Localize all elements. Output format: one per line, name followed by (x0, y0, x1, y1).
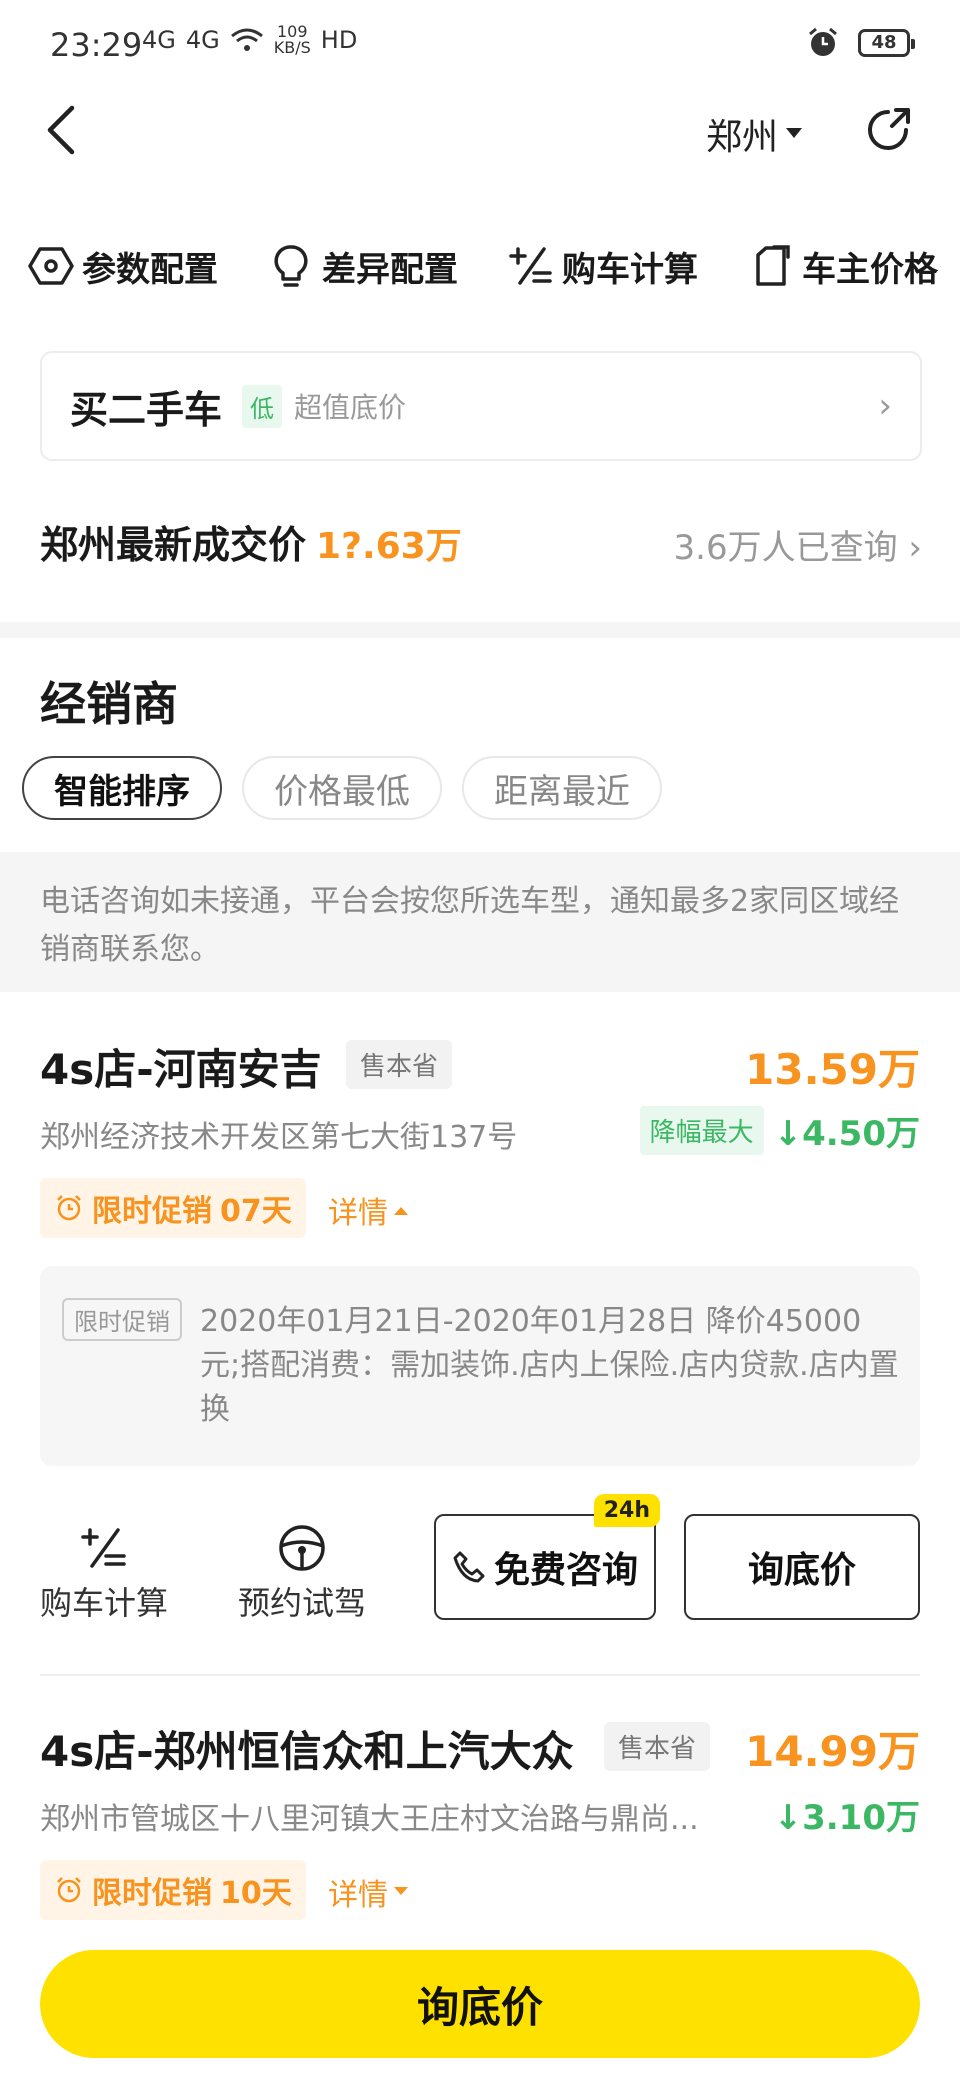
promo-label: 限时促销 (92, 1194, 212, 1229)
low-badge: 低 (242, 384, 283, 428)
battery-indicator: 48 (858, 29, 915, 57)
alarm-icon (809, 27, 837, 56)
query-count: 3.6万人已查询 (673, 528, 898, 568)
promo-badge: 限时促销 07天 (40, 1178, 306, 1238)
hd-indicator: HD (320, 26, 358, 54)
price-drop: ↓3.10万 (773, 1798, 920, 1838)
latest-price-value: 1?.63万 (316, 526, 462, 567)
test-drive-action[interactable]: 预约试驾 (238, 1522, 366, 1624)
tab-calc[interactable]: 购车计算 (508, 242, 698, 291)
wifi-icon (230, 28, 263, 51)
quick-tabs: 参数配置 差异配置 购车计算 车主价格 (28, 236, 938, 296)
steering-wheel-icon (279, 1525, 325, 1571)
back-arrow-icon[interactable] (34, 100, 94, 160)
chevron-right-icon: › (878, 386, 892, 426)
buy-calc-action[interactable]: 购车计算 (40, 1522, 168, 1624)
promo-tag: 限时促销 (62, 1298, 182, 1341)
alarm-clock-icon (57, 1195, 81, 1221)
promo-details-box: 限时促销 2020年01月21日-2020年01月28日 降价45000元;搭配… (40, 1266, 920, 1466)
price-drop-row: 降幅最大 ↓4.50万 (639, 1106, 920, 1155)
network-speed: 109 KB/S (273, 22, 311, 57)
used-car-title: 买二手车 (70, 387, 223, 432)
section-divider (0, 622, 960, 638)
latest-price-row: 郑州最新成交价 1?.63万 (40, 514, 462, 569)
tab-calc-label: 购车计算 (562, 249, 698, 290)
lightbulb-icon (274, 245, 308, 287)
query-count-link[interactable]: 3.6万人已查询 › (674, 520, 922, 569)
tab-diff-label: 差异配置 (322, 249, 458, 290)
tab-owner-price[interactable]: 车主价格 (748, 242, 938, 291)
detail-label: 详情 (328, 1196, 388, 1231)
promo-label: 限时促销 (92, 1876, 212, 1911)
dealer-price: 13.59万 (745, 1045, 920, 1094)
caret-down-icon (786, 128, 803, 138)
arrow-down-icon: ↓ (773, 1798, 803, 1838)
promo-days: 10天 (220, 1876, 292, 1911)
used-car-subtitle: 超值底价 (294, 391, 407, 424)
calculator-icon (81, 1528, 126, 1568)
promo-days: 07天 (220, 1194, 292, 1229)
status-right: 48 (806, 26, 915, 60)
caret-up-icon (394, 1207, 408, 1215)
alarm-clock-icon (57, 1877, 81, 1903)
province-badge: 售本省 (604, 1722, 711, 1771)
dealers-section-title: 经销商 (40, 677, 178, 731)
signal-4g-2: 4G (185, 26, 220, 54)
consult-notice: 电话咨询如未接通，平台会按您所选车型，通知最多2家同区域经销商联系您。 (0, 852, 960, 992)
dealer-divider (40, 1674, 920, 1676)
promo-text: 2020年01月21日-2020年01月28日 降价45000元;搭配消费：需加… (200, 1304, 899, 1427)
status-time: 23:29 (50, 26, 143, 64)
free-consult-label: 免费咨询 (493, 1550, 638, 1591)
city-label: 郑州 (706, 117, 779, 158)
dealer-name[interactable]: 4s店-河南安吉 (40, 1036, 322, 1097)
tab-owner-price-label: 车主价格 (802, 249, 938, 290)
hexagon-gear-icon (28, 247, 74, 285)
detail-toggle[interactable]: 详情 (328, 1870, 408, 1914)
sort-options: 智能排序 价格最低 距离最近 (22, 756, 662, 820)
buy-calc-label: 购车计算 (40, 1584, 169, 1622)
price-tag-icon (756, 245, 790, 286)
phone-icon (453, 1551, 485, 1583)
dealer-address: 郑州经济技术开发区第七大街137号 (40, 1120, 518, 1155)
24h-badge: 24h (593, 1494, 660, 1527)
used-car-card[interactable]: 买二手车 低 超值底价 › (40, 351, 922, 461)
ask-price-button[interactable]: 询底价 (684, 1514, 920, 1620)
sort-smart[interactable]: 智能排序 (22, 756, 222, 820)
bottom-ask-price-button[interactable]: 询底价 (40, 1950, 920, 2058)
arrow-down-icon: ↓ (773, 1114, 803, 1154)
dealer-price: 14.99万 (745, 1727, 920, 1776)
dealer-name[interactable]: 4s店-郑州恒信众和上汽大众 (40, 1718, 574, 1779)
province-badge: 售本省 (346, 1040, 453, 1089)
tab-params[interactable]: 参数配置 (28, 242, 218, 291)
signal-4g-1: 4G (142, 26, 176, 54)
sort-lowest-price[interactable]: 价格最低 (242, 756, 442, 820)
free-consult-button[interactable]: 免费咨询 24h (434, 1494, 660, 1620)
price-drop: ↓4.50万 (773, 1114, 920, 1154)
tab-params-label: 参数配置 (82, 249, 218, 290)
dealer-address: 郑州市管城区十八里河镇大王庄村文治路与鼎尚... (40, 1802, 699, 1837)
caret-down-icon (394, 1887, 408, 1895)
chevron-right-icon: › (897, 528, 922, 568)
max-drop-tag: 降幅最大 (639, 1106, 764, 1155)
test-drive-label: 预约试驾 (238, 1584, 367, 1622)
detail-toggle[interactable]: 详情 (328, 1188, 408, 1232)
status-bar: 23:29 4G 4G 109 KB/S HD 48 (0, 0, 960, 90)
share-icon[interactable] (862, 104, 914, 156)
calculator-icon (509, 247, 552, 285)
detail-label: 详情 (328, 1878, 388, 1913)
latest-price-label: 郑州最新成交价 (40, 523, 307, 567)
tab-diff[interactable]: 差异配置 (268, 242, 458, 291)
network-info: 4G 4G 109 KB/S HD (142, 24, 357, 56)
promo-badge: 限时促销 10天 (40, 1860, 306, 1920)
city-selector[interactable]: 郑州 (706, 108, 803, 160)
sort-nearest[interactable]: 距离最近 (462, 756, 662, 820)
